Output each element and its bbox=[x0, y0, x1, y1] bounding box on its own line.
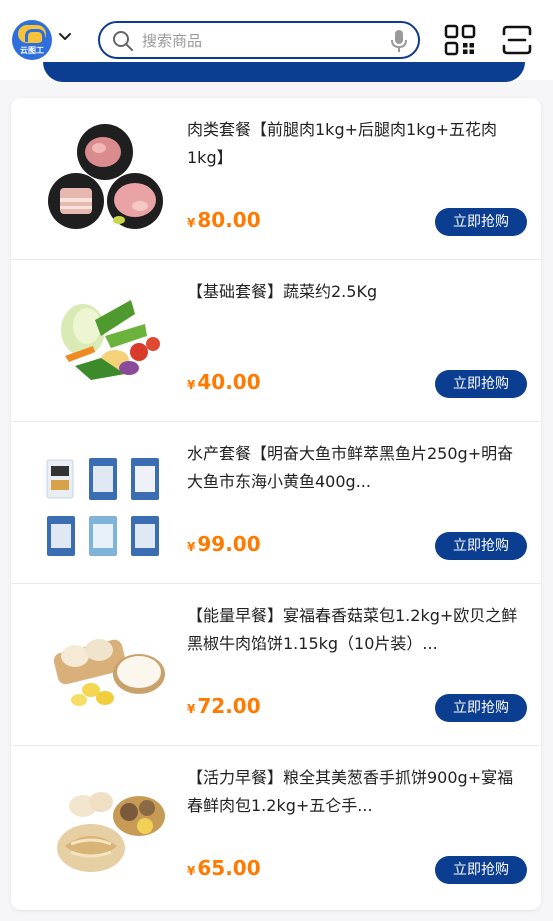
list-item[interactable]: 【活力早餐】粮全其美葱香手抓饼900g+宴福春鲜肉包1.2kg+五仑手... ¥… bbox=[11, 746, 541, 908]
search-input[interactable] bbox=[142, 29, 382, 53]
currency-symbol: ¥ bbox=[187, 864, 196, 878]
currency-symbol: ¥ bbox=[187, 702, 196, 716]
price-amount: 72.00 bbox=[197, 694, 261, 718]
product-image bbox=[57, 792, 165, 872]
product-price: ¥80.00 bbox=[187, 208, 261, 232]
product-image bbox=[48, 124, 163, 229]
microphone-icon[interactable] bbox=[390, 29, 408, 53]
list-item[interactable]: 水产套餐【明奋大鱼市鲜萃黑鱼片250g+明奋大鱼市东海小黄鱼400g... ¥9… bbox=[11, 422, 541, 584]
product-price: ¥99.00 bbox=[187, 532, 261, 556]
product-title[interactable]: 【基础套餐】蔬菜约2.5Kg bbox=[187, 278, 527, 306]
list-item[interactable]: 【能量早餐】宴福春香菇菜包1.2kg+欧贝之鲜黑椒牛肉馅饼1.15kg（10片装… bbox=[11, 584, 541, 746]
product-title[interactable]: 【活力早餐】粮全其美葱香手抓饼900g+宴福春鲜肉包1.2kg+五仑手... bbox=[187, 764, 527, 820]
logo-mark bbox=[18, 25, 46, 43]
price-amount: 99.00 bbox=[197, 532, 261, 556]
product-image bbox=[61, 300, 160, 380]
price-amount: 40.00 bbox=[197, 370, 261, 394]
product-price: ¥65.00 bbox=[187, 856, 261, 880]
product-image bbox=[53, 639, 165, 706]
buy-now-button[interactable]: 立即抢购 bbox=[435, 370, 527, 398]
buy-now-button[interactable]: 立即抢购 bbox=[435, 532, 527, 560]
product-price: ¥40.00 bbox=[187, 370, 261, 394]
product-image bbox=[46, 458, 159, 556]
product-list: 肉类套餐【前腿肉1kg+后腿肉1kg+五花肉1kg】 ¥80.00 立即抢购 【… bbox=[11, 98, 541, 910]
buy-now-button[interactable]: 立即抢购 bbox=[435, 208, 527, 236]
page: 云图工 搜索商品 肉类套餐【前腿肉1kg+后腿肉1kg+五花肉1kg】 ¥ 80… bbox=[0, 0, 553, 921]
currency-symbol: ¥ bbox=[187, 540, 196, 554]
product-title[interactable]: 【能量早餐】宴福春香菇菜包1.2kg+欧贝之鲜黑椒牛肉馅饼1.15kg（10片装… bbox=[187, 602, 527, 658]
logo-text: 云图工 bbox=[20, 46, 44, 55]
buy-now-button[interactable]: 立即抢购 bbox=[435, 856, 527, 884]
product-price: ¥72.00 bbox=[187, 694, 261, 718]
banner-strip bbox=[43, 62, 525, 82]
search-bar[interactable] bbox=[98, 21, 420, 59]
chevron-down-icon[interactable] bbox=[58, 30, 72, 44]
qr-code-icon[interactable] bbox=[444, 24, 476, 56]
currency-symbol: ¥ bbox=[187, 216, 196, 230]
price-amount: 80.00 bbox=[197, 208, 261, 232]
list-item[interactable]: 【基础套餐】蔬菜约2.5Kg ¥40.00 立即抢购 bbox=[11, 260, 541, 422]
product-title[interactable]: 肉类套餐【前腿肉1kg+后腿肉1kg+五花肉1kg】 bbox=[187, 116, 527, 172]
product-title[interactable]: 水产套餐【明奋大鱼市鲜萃黑鱼片250g+明奋大鱼市东海小黄鱼400g... bbox=[187, 440, 527, 496]
price-amount: 65.00 bbox=[197, 856, 261, 880]
buy-now-button[interactable]: 立即抢购 bbox=[435, 694, 527, 722]
currency-symbol: ¥ bbox=[187, 378, 196, 392]
list-item[interactable]: 肉类套餐【前腿肉1kg+后腿肉1kg+五花肉1kg】 ¥80.00 立即抢购 bbox=[11, 98, 541, 260]
app-logo[interactable]: 云图工 bbox=[12, 20, 52, 60]
scan-icon[interactable] bbox=[500, 24, 534, 56]
search-icon bbox=[113, 31, 133, 51]
